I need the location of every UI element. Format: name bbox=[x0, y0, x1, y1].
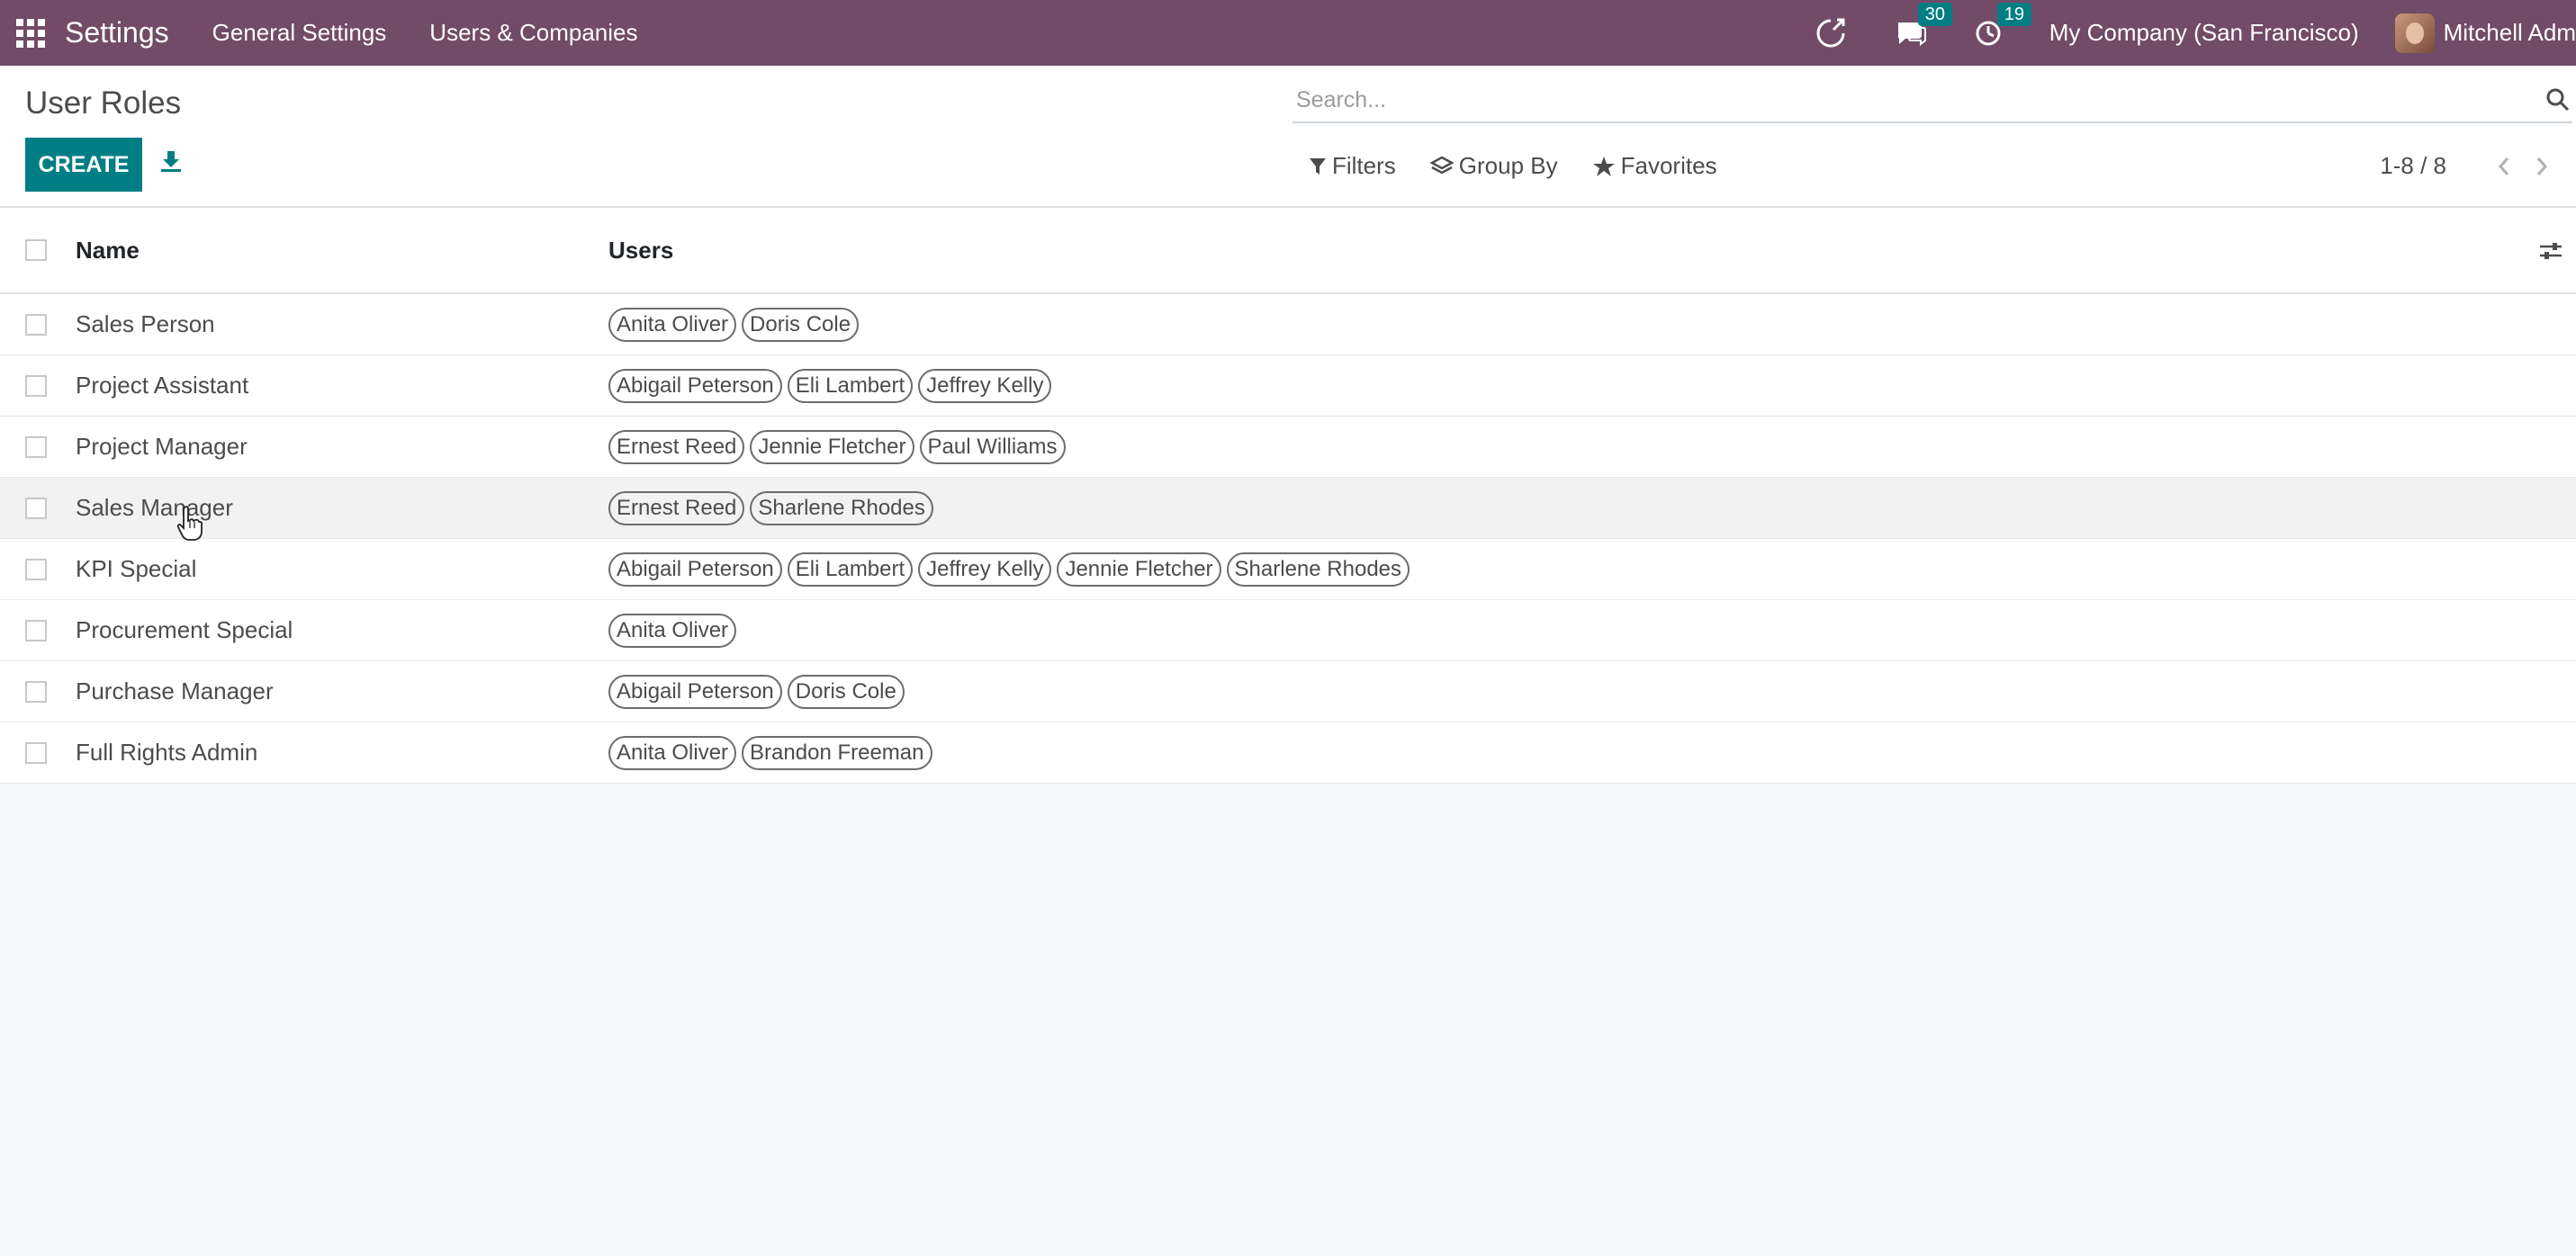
messages-badge: 30 bbox=[1917, 2, 1952, 26]
filter-icon bbox=[1310, 157, 1326, 175]
role-name-cell: Purchase Manager bbox=[76, 677, 274, 704]
filters-button[interactable]: Filters bbox=[1309, 152, 1396, 180]
table-row[interactable]: Sales Manager Ernest Reed Sharlene Rhodes bbox=[0, 478, 2576, 539]
user-tag: Eli Lambert bbox=[787, 368, 914, 403]
user-tag: Paul Williams bbox=[919, 429, 1066, 464]
table-row[interactable]: Project Assistant Abigail Peterson Eli Lam… bbox=[0, 355, 2576, 417]
layers-icon bbox=[1429, 156, 1454, 174]
search-bar bbox=[1293, 78, 2572, 123]
navbar-systray: 30 19 My Company (San Francisco) Mitchel… bbox=[1814, 0, 2576, 66]
row-checkbox[interactable] bbox=[25, 741, 47, 764]
odoobot-icon[interactable] bbox=[1814, 16, 1848, 50]
favorites-button[interactable]: Favorites bbox=[1592, 152, 1717, 180]
filters-label: Filters bbox=[1332, 152, 1396, 179]
table-row[interactable]: Sales Person Anita Oliver Doris Cole bbox=[0, 294, 2576, 355]
user-tag: Ernest Reed bbox=[608, 490, 745, 525]
top-navbar: Settings General Settings Users & Compan… bbox=[0, 0, 2576, 66]
user-tag: Doris Cole bbox=[787, 674, 905, 709]
user-tag: Abigail Peterson bbox=[608, 552, 782, 587]
control-panel: User Roles CREATE Filters Gr bbox=[0, 66, 2576, 208]
optional-columns-icon[interactable] bbox=[2538, 240, 2563, 262]
user-tag: Brandon Freeman bbox=[742, 735, 932, 770]
row-checkbox[interactable] bbox=[25, 435, 47, 458]
users-cell: Anita Oliver Brandon Freeman bbox=[608, 735, 2576, 770]
list-header: Name Users bbox=[0, 208, 2576, 294]
activities-badge: 19 bbox=[1996, 2, 2031, 26]
menu-users-companies[interactable]: Users & Companies bbox=[429, 19, 637, 47]
role-name-cell: Project Manager bbox=[76, 433, 248, 460]
user-tag: Ernest Reed bbox=[608, 429, 745, 464]
messages-icon[interactable]: 30 bbox=[1895, 2, 1952, 48]
pager: 1-8 / 8 bbox=[2380, 152, 2549, 180]
app-brand[interactable]: Settings bbox=[65, 16, 169, 49]
list-body: Sales Person Anita Oliver Doris Cole Projec… bbox=[0, 294, 2576, 784]
select-all-checkbox[interactable] bbox=[25, 239, 47, 261]
table-row[interactable]: Project Manager Ernest Reed Jennie Fletche… bbox=[0, 417, 2576, 478]
user-name: Mitchell Adm bbox=[2443, 19, 2576, 46]
favorites-label: Favorites bbox=[1620, 152, 1717, 179]
users-cell: Abigail Peterson Eli Lambert Jeffrey Kelly… bbox=[608, 552, 2576, 587]
role-name-cell: KPI Special bbox=[76, 555, 197, 582]
users-cell: Anita Oliver bbox=[608, 613, 2576, 648]
column-header-users[interactable]: Users bbox=[608, 237, 2576, 265]
users-cell: Ernest Reed Jennie Fletcher Paul Williams bbox=[608, 429, 2576, 464]
apps-menu-icon[interactable] bbox=[16, 18, 45, 48]
users-cell: Abigail Peterson Doris Cole bbox=[608, 674, 2576, 709]
user-tag: Abigail Peterson bbox=[608, 674, 782, 709]
pager-next-icon[interactable] bbox=[2535, 156, 2549, 177]
user-tag: Jennie Fletcher bbox=[750, 429, 914, 464]
menu-general-settings[interactable]: General Settings bbox=[212, 19, 387, 47]
company-switcher[interactable]: My Company (San Francisco) bbox=[2049, 19, 2359, 47]
column-header-name[interactable]: Name bbox=[76, 237, 608, 265]
role-name-cell: Project Assistant bbox=[76, 372, 249, 399]
search-input[interactable] bbox=[1293, 82, 2545, 118]
create-button[interactable]: CREATE bbox=[25, 138, 142, 192]
role-name-cell: Full Rights Admin bbox=[76, 739, 258, 766]
row-checkbox[interactable] bbox=[25, 558, 47, 580]
role-name-cell: Procurement Special bbox=[76, 616, 293, 643]
role-name-cell: Sales Manager bbox=[76, 494, 233, 521]
table-row[interactable]: Procurement Special Anita Oliver bbox=[0, 600, 2576, 661]
user-tag: Anita Oliver bbox=[608, 307, 737, 342]
avatar bbox=[2394, 13, 2435, 53]
user-tag: Jeffrey Kelly bbox=[918, 552, 1052, 587]
table-row[interactable]: KPI Special Abigail Peterson Eli Lambert Je… bbox=[0, 539, 2576, 600]
user-tag: Anita Oliver bbox=[608, 735, 737, 770]
row-checkbox[interactable] bbox=[25, 619, 47, 641]
pager-value[interactable]: 1-8 / 8 bbox=[2380, 152, 2446, 180]
user-tag: Doris Cole bbox=[742, 307, 860, 342]
page-title: User Roles bbox=[25, 85, 182, 121]
user-tag: Sharlene Rhodes bbox=[1226, 552, 1410, 587]
table-row[interactable]: Full Rights Admin Anita Oliver Brandon Fre… bbox=[0, 722, 2576, 784]
user-tag: Jennie Fletcher bbox=[1057, 552, 1221, 587]
user-tag: Abigail Peterson bbox=[608, 368, 782, 403]
user-tag: Eli Lambert bbox=[787, 552, 914, 587]
user-tag: Anita Oliver bbox=[608, 613, 737, 648]
users-cell: Anita Oliver Doris Cole bbox=[608, 307, 2576, 342]
search-options: Filters Group By Favorites bbox=[1309, 152, 1752, 180]
users-cell: Abigail Peterson Eli Lambert Jeffrey Kelly bbox=[608, 368, 2576, 403]
activities-clock-icon[interactable]: 19 bbox=[1974, 2, 2031, 48]
row-checkbox[interactable] bbox=[25, 374, 47, 397]
table-row[interactable]: Purchase Manager Abigail Peterson Doris Co… bbox=[0, 661, 2576, 722]
group-by-label: Group By bbox=[1458, 152, 1558, 179]
user-roles-list: Name Users Sales Person Anita Oliver Doris… bbox=[0, 208, 2576, 784]
search-icon[interactable] bbox=[2545, 87, 2571, 112]
users-cell: Ernest Reed Sharlene Rhodes bbox=[608, 490, 2576, 525]
row-checkbox[interactable] bbox=[25, 497, 47, 519]
pager-previous-icon[interactable] bbox=[2497, 156, 2511, 177]
group-by-button[interactable]: Group By bbox=[1429, 152, 1558, 180]
user-tag: Sharlene Rhodes bbox=[750, 490, 933, 525]
user-tag: Jeffrey Kelly bbox=[918, 368, 1052, 403]
download-icon[interactable] bbox=[158, 148, 184, 178]
star-icon bbox=[1592, 156, 1615, 176]
role-name-cell: Sales Person bbox=[76, 310, 215, 337]
row-checkbox[interactable] bbox=[25, 313, 47, 336]
user-menu[interactable]: Mitchell Adm bbox=[2394, 13, 2576, 53]
row-checkbox[interactable] bbox=[25, 680, 47, 703]
